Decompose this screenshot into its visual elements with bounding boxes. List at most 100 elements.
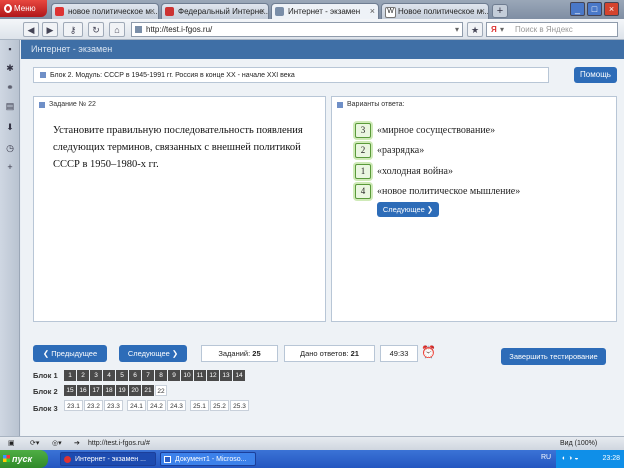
browser-tab-3[interactable]: Интернет - экзамен × <box>271 3 379 19</box>
opera-menu-button[interactable]: Меню <box>0 0 47 17</box>
task-link-25.2[interactable]: 25.2 <box>210 400 229 411</box>
new-tab-button[interactable]: + <box>492 4 508 18</box>
task-link-8[interactable]: 8 <box>155 370 167 381</box>
answer-option[interactable]: 3 «мирное сосуществование» <box>355 123 495 139</box>
unite-panel-icon[interactable]: ⚭ <box>5 82 15 92</box>
task-link-11[interactable]: 11 <box>194 370 206 381</box>
browser-tab-2[interactable]: Федеральный Интерне... × <box>161 3 269 19</box>
finish-test-button[interactable]: Завершить тестирование <box>501 348 606 365</box>
task-link-5[interactable]: 5 <box>116 370 128 381</box>
close-tab-icon[interactable]: × <box>260 4 265 19</box>
language-indicator[interactable]: RU <box>541 454 551 461</box>
task-link-12[interactable]: 12 <box>207 370 219 381</box>
back-icon[interactable]: ◀ <box>23 22 39 37</box>
task-link-25.3[interactable]: 25.3 <box>230 400 249 411</box>
panel-toggle-icon[interactable]: ▣ <box>8 437 15 450</box>
answer-order-number[interactable]: 2 <box>355 143 371 159</box>
task-link-24.3[interactable]: 24.3 <box>167 400 186 411</box>
address-dropdown-icon[interactable]: ▾ <box>455 23 459 37</box>
wikipedia-icon: W <box>385 7 396 18</box>
task-link-16[interactable]: 16 <box>77 385 89 396</box>
task-link-3[interactable]: 3 <box>90 370 102 381</box>
button-label: Следующее <box>382 205 425 214</box>
browser-tab-4[interactable]: W Новое политическое м... × <box>381 3 489 19</box>
tab-label: Новое политическое м... <box>398 7 489 16</box>
alarm-clock-icon: ⏰ <box>421 345 436 359</box>
task-link-7[interactable]: 7 <box>142 370 154 381</box>
browser-tab-1[interactable]: новое политическое м... × <box>51 3 159 19</box>
task-link-14[interactable]: 14 <box>233 370 245 381</box>
minimize-button[interactable]: _ <box>570 2 585 16</box>
zoom-level[interactable]: Вид (100%) <box>560 437 597 450</box>
forward-icon[interactable]: ▶ <box>42 22 58 37</box>
chevron-right-icon: ❯ <box>171 349 179 358</box>
task-link-15[interactable]: 15 <box>64 385 76 396</box>
menu-label: Меню <box>14 4 36 13</box>
close-tab-icon[interactable]: × <box>370 4 375 19</box>
close-window-button[interactable]: × <box>604 2 619 16</box>
widgets-panel-icon[interactable]: ✱ <box>5 63 15 73</box>
task-link-21[interactable]: 21 <box>142 385 154 396</box>
task-link-10[interactable]: 10 <box>181 370 193 381</box>
help-button[interactable]: Помощь <box>574 67 617 83</box>
task-link-24.2[interactable]: 24.2 <box>147 400 166 411</box>
tab-label: Интернет - экзамен <box>288 7 361 16</box>
page-favicon-icon <box>165 7 174 16</box>
status-arrow-icon: ➔ <box>74 440 80 447</box>
task-link-1[interactable]: 1 <box>64 370 76 381</box>
turbo-icon[interactable]: ◎▾ <box>52 437 62 450</box>
answer-text: «холодная война» <box>377 166 453 177</box>
task-link-23.2[interactable]: 23.2 <box>84 400 103 411</box>
task-link-25.1[interactable]: 25.1 <box>190 400 209 411</box>
close-tab-icon[interactable]: × <box>150 4 155 19</box>
prev-button[interactable]: ❮ Предыдущее <box>33 345 107 362</box>
answer-order-number[interactable]: 4 <box>355 184 371 200</box>
search-input[interactable]: Я ▾ Поиск в Яндекс <box>486 22 618 37</box>
key-icon[interactable]: ⚷ <box>63 22 83 37</box>
history-panel-icon[interactable]: ◷ <box>5 143 15 153</box>
downloads-panel-icon[interactable]: ⬇ <box>5 122 15 132</box>
add-panel-icon[interactable]: + <box>5 162 15 172</box>
task-link-2[interactable]: 2 <box>77 370 89 381</box>
answer-option[interactable]: 1 «холодная война» <box>355 164 453 180</box>
taskbar-item-label: Документ1 - Microso... <box>175 456 247 463</box>
task-link-4[interactable]: 4 <box>103 370 115 381</box>
page-favicon-icon <box>55 7 64 16</box>
answer-order-number[interactable]: 1 <box>355 164 371 180</box>
task-link-6[interactable]: 6 <box>129 370 141 381</box>
notes-panel-icon[interactable]: ▤ <box>5 101 15 111</box>
task-link-23.1[interactable]: 23.1 <box>64 400 83 411</box>
bookmark-icon[interactable]: ★ <box>467 22 483 37</box>
task-link-20[interactable]: 20 <box>129 385 141 396</box>
address-bar[interactable]: http://test.i-fgos.ru/ ▾ <box>131 22 463 37</box>
bookmarks-panel-icon[interactable]: ▪ <box>5 44 15 54</box>
answer-option[interactable]: 4 «новое политическое мышление» <box>355 184 520 200</box>
task-link-19[interactable]: 19 <box>116 385 128 396</box>
answer-next-button[interactable]: Следующее ❯ <box>377 202 439 217</box>
reload-icon[interactable]: ↻ <box>88 22 104 37</box>
task-link-22[interactable]: 22 <box>155 385 167 396</box>
start-button[interactable]: пуск <box>0 450 48 468</box>
task-link-18[interactable]: 18 <box>103 385 115 396</box>
page-header: Интернет - экзамен <box>21 40 624 59</box>
answer-order-number[interactable]: 3 <box>355 123 371 139</box>
bullet-icon <box>337 102 343 108</box>
answers-title: Варианты ответа: <box>347 101 405 108</box>
taskbar-item-word[interactable]: Документ1 - Microso... <box>160 452 256 466</box>
home-icon[interactable]: ⌂ <box>109 22 125 37</box>
task-link-17[interactable]: 17 <box>90 385 102 396</box>
taskbar-item-label: Интернет - экзамен ... <box>75 456 146 463</box>
search-engine-dropdown-icon[interactable]: ▾ <box>500 23 504 37</box>
task-link-9[interactable]: 9 <box>168 370 180 381</box>
answer-option[interactable]: 2 «разрядка» <box>355 143 424 159</box>
opera-icon <box>64 456 71 463</box>
task-link-13[interactable]: 13 <box>220 370 232 381</box>
maximize-button[interactable]: □ <box>587 2 602 16</box>
sync-icon[interactable]: ⟳▾ <box>30 437 39 450</box>
tray-icons[interactable]: ◐ ◑ ◒ <box>562 450 579 468</box>
task-link-23.3[interactable]: 23.3 <box>104 400 123 411</box>
task-link-24.1[interactable]: 24.1 <box>127 400 146 411</box>
close-tab-icon[interactable]: × <box>480 4 485 19</box>
taskbar-item-browser[interactable]: Интернет - экзамен ... <box>60 452 156 466</box>
next-button[interactable]: Следующее ❯ <box>119 345 187 362</box>
